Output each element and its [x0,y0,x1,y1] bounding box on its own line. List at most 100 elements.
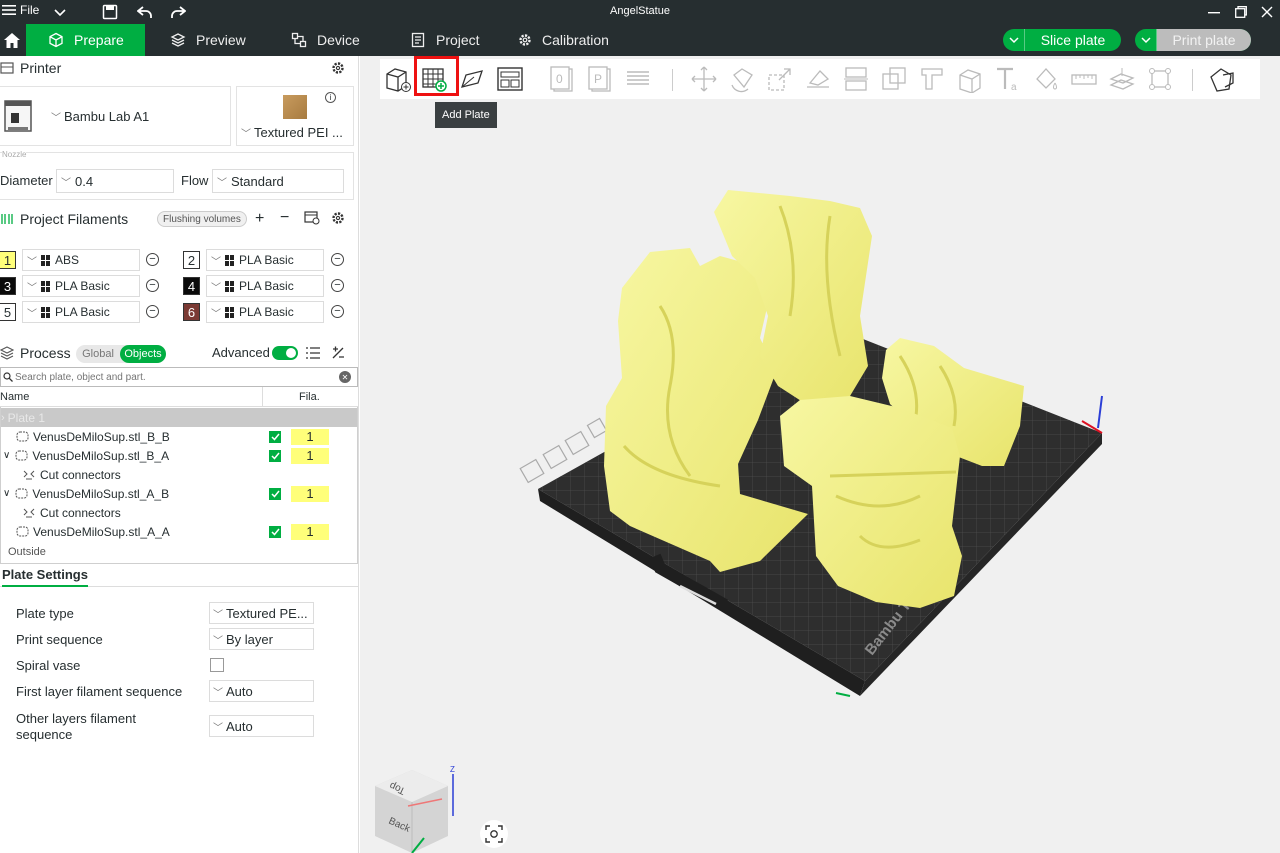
advanced-switch[interactable] [272,346,298,360]
fit-view-icon[interactable] [480,820,508,848]
explode-icon[interactable] [1144,63,1176,95]
view-cube[interactable]: Top Back Z [375,765,455,853]
close-icon[interactable] [1257,2,1277,22]
tree-row-object[interactable]: VenusDeMiloSup.stl_B_B 1 [1,427,357,446]
plate-settings-tab[interactable]: Plate Settings [2,567,88,587]
flow-select[interactable]: ﹀ Standard [212,169,344,193]
object-visible-checkbox[interactable] [269,449,281,462]
remove-filament-icon[interactable]: − [146,305,159,318]
search-input[interactable] [15,371,335,383]
remove-filament-icon[interactable]: − [280,209,289,227]
measure-icon[interactable] [1068,63,1100,95]
text-icon[interactable]: a [992,63,1024,95]
filament-select[interactable]: ﹀ PLA Basic [206,249,324,271]
printer-settings-gear-icon[interactable] [331,61,345,75]
object-filament[interactable]: 1 [291,447,329,464]
color-paint-icon[interactable] [1030,63,1062,95]
chevron-down-icon[interactable] [54,3,66,21]
tree-row-object[interactable]: VenusDeMiloSup.stl_A_A 1 [1,522,357,541]
tree-row-plate[interactable]: › Plate 1 [1,408,357,427]
filament-settings-gear-icon[interactable] [331,211,345,225]
orient-icon[interactable] [456,63,488,95]
filament-number[interactable]: 6 [183,303,200,321]
home-icon[interactable] [0,24,24,56]
tree-row-connector[interactable]: Cut connectors [1,465,357,484]
remove-filament-icon[interactable]: − [331,253,344,266]
object-filament[interactable]: 1 [291,523,329,540]
object-visible-checkbox[interactable] [269,525,281,538]
diameter-select[interactable]: ﹀ 0.4 [56,169,174,193]
other-layers-sequence-dropdown[interactable]: ﹀ Auto [209,715,314,737]
undo-icon[interactable] [137,3,153,21]
info-icon[interactable]: i [325,92,336,103]
maximize-icon[interactable] [1231,2,1251,22]
move-icon[interactable] [688,63,720,95]
plate-slot-p-icon[interactable]: P [584,63,616,95]
tab-calibration[interactable]: Calibration [518,24,609,56]
object-filament[interactable]: 1 [291,428,329,445]
scale-icon[interactable] [764,63,796,95]
tree-row-outside[interactable]: Outside [1,542,357,561]
rotate-icon[interactable] [726,63,758,95]
global-toggle[interactable]: Global [76,348,120,360]
tab-prepare[interactable]: Prepare [26,24,145,56]
3d-viewport[interactable]: Bambu Tex Top Back Z 0 P a [360,56,1280,853]
lay-on-face-icon[interactable] [802,63,834,95]
minimize-icon[interactable] [1204,2,1224,22]
filament-select[interactable]: ﹀ PLA Basic [22,301,140,323]
layers-toolbar-icon[interactable] [622,63,654,95]
remove-filament-icon[interactable]: − [331,279,344,292]
add-filament-icon[interactable]: + [255,210,264,228]
tree-row-object[interactable]: ∨ VenusDeMiloSup.stl_B_A 1 [1,446,357,465]
chevron-down-icon[interactable]: ∨ [3,450,10,461]
remove-filament-icon[interactable]: − [146,279,159,292]
remove-filament-icon[interactable]: − [331,305,344,318]
plate-type-dropdown[interactable]: ﹀ Textured PE... [209,602,314,624]
print-plate-button[interactable]: Print plate [1135,29,1251,51]
filament-select[interactable]: ﹀ ABS [22,249,140,271]
tab-project[interactable]: Project [410,24,480,56]
seam-paint-icon[interactable] [954,63,986,95]
chevron-down-icon[interactable] [1003,29,1025,51]
add-plate-icon[interactable] [418,63,450,95]
object-visible-checkbox[interactable] [269,487,281,500]
chevron-down-icon[interactable]: ∨ [3,488,10,499]
filament-number[interactable]: 5 [0,303,16,321]
objects-toggle[interactable]: Objects [120,345,166,363]
redo-icon[interactable] [170,3,186,21]
slice-plate-button[interactable]: Slice plate [1003,29,1121,51]
filament-select[interactable]: ﹀ PLA Basic [206,275,324,297]
object-visible-checkbox[interactable] [269,430,281,443]
arrange-icon[interactable] [494,63,526,95]
printer-select[interactable]: ﹀ Bambu Lab A1 [0,86,231,146]
flushing-volumes-button[interactable]: Flushing volumes [157,211,247,227]
tab-device[interactable]: Device [291,24,360,56]
tree-row-object[interactable]: ∨ VenusDeMiloSup.stl_A_B 1 [1,484,357,503]
chevron-down-icon[interactable] [1135,29,1157,51]
spiral-vase-checkbox[interactable] [210,658,224,672]
list-icon[interactable] [306,347,320,359]
first-layer-sequence-dropdown[interactable]: ﹀ Auto [209,680,314,702]
plate-type-select[interactable]: i ﹀ Textured PEI ... [236,86,354,146]
print-sequence-dropdown[interactable]: ﹀ By layer [209,628,314,650]
cut-icon[interactable] [840,63,872,95]
filament-select[interactable]: ﹀ PLA Basic [22,275,140,297]
assembly-icon[interactable] [1106,63,1138,95]
tree-row-connector[interactable]: Cut connectors [1,503,357,522]
file-menu[interactable]: File [2,3,39,17]
split-to-objects-icon[interactable] [1206,63,1238,95]
support-paint-icon[interactable] [916,63,948,95]
filament-select[interactable]: ﹀ PLA Basic [206,301,324,323]
save-icon[interactable] [102,3,118,21]
filament-number[interactable]: 2 [183,251,200,269]
filament-number[interactable]: 1 [0,251,16,269]
filament-number[interactable]: 3 [0,277,16,295]
compare-icon[interactable] [331,346,345,360]
filament-sync-icon[interactable] [304,211,320,225]
plate-slot-0-icon[interactable]: 0 [546,63,578,95]
add-object-icon[interactable] [382,63,414,95]
object-filament[interactable]: 1 [291,485,329,502]
boolean-icon[interactable] [878,63,910,95]
tab-preview[interactable]: Preview [170,24,246,56]
remove-filament-icon[interactable]: − [146,253,159,266]
